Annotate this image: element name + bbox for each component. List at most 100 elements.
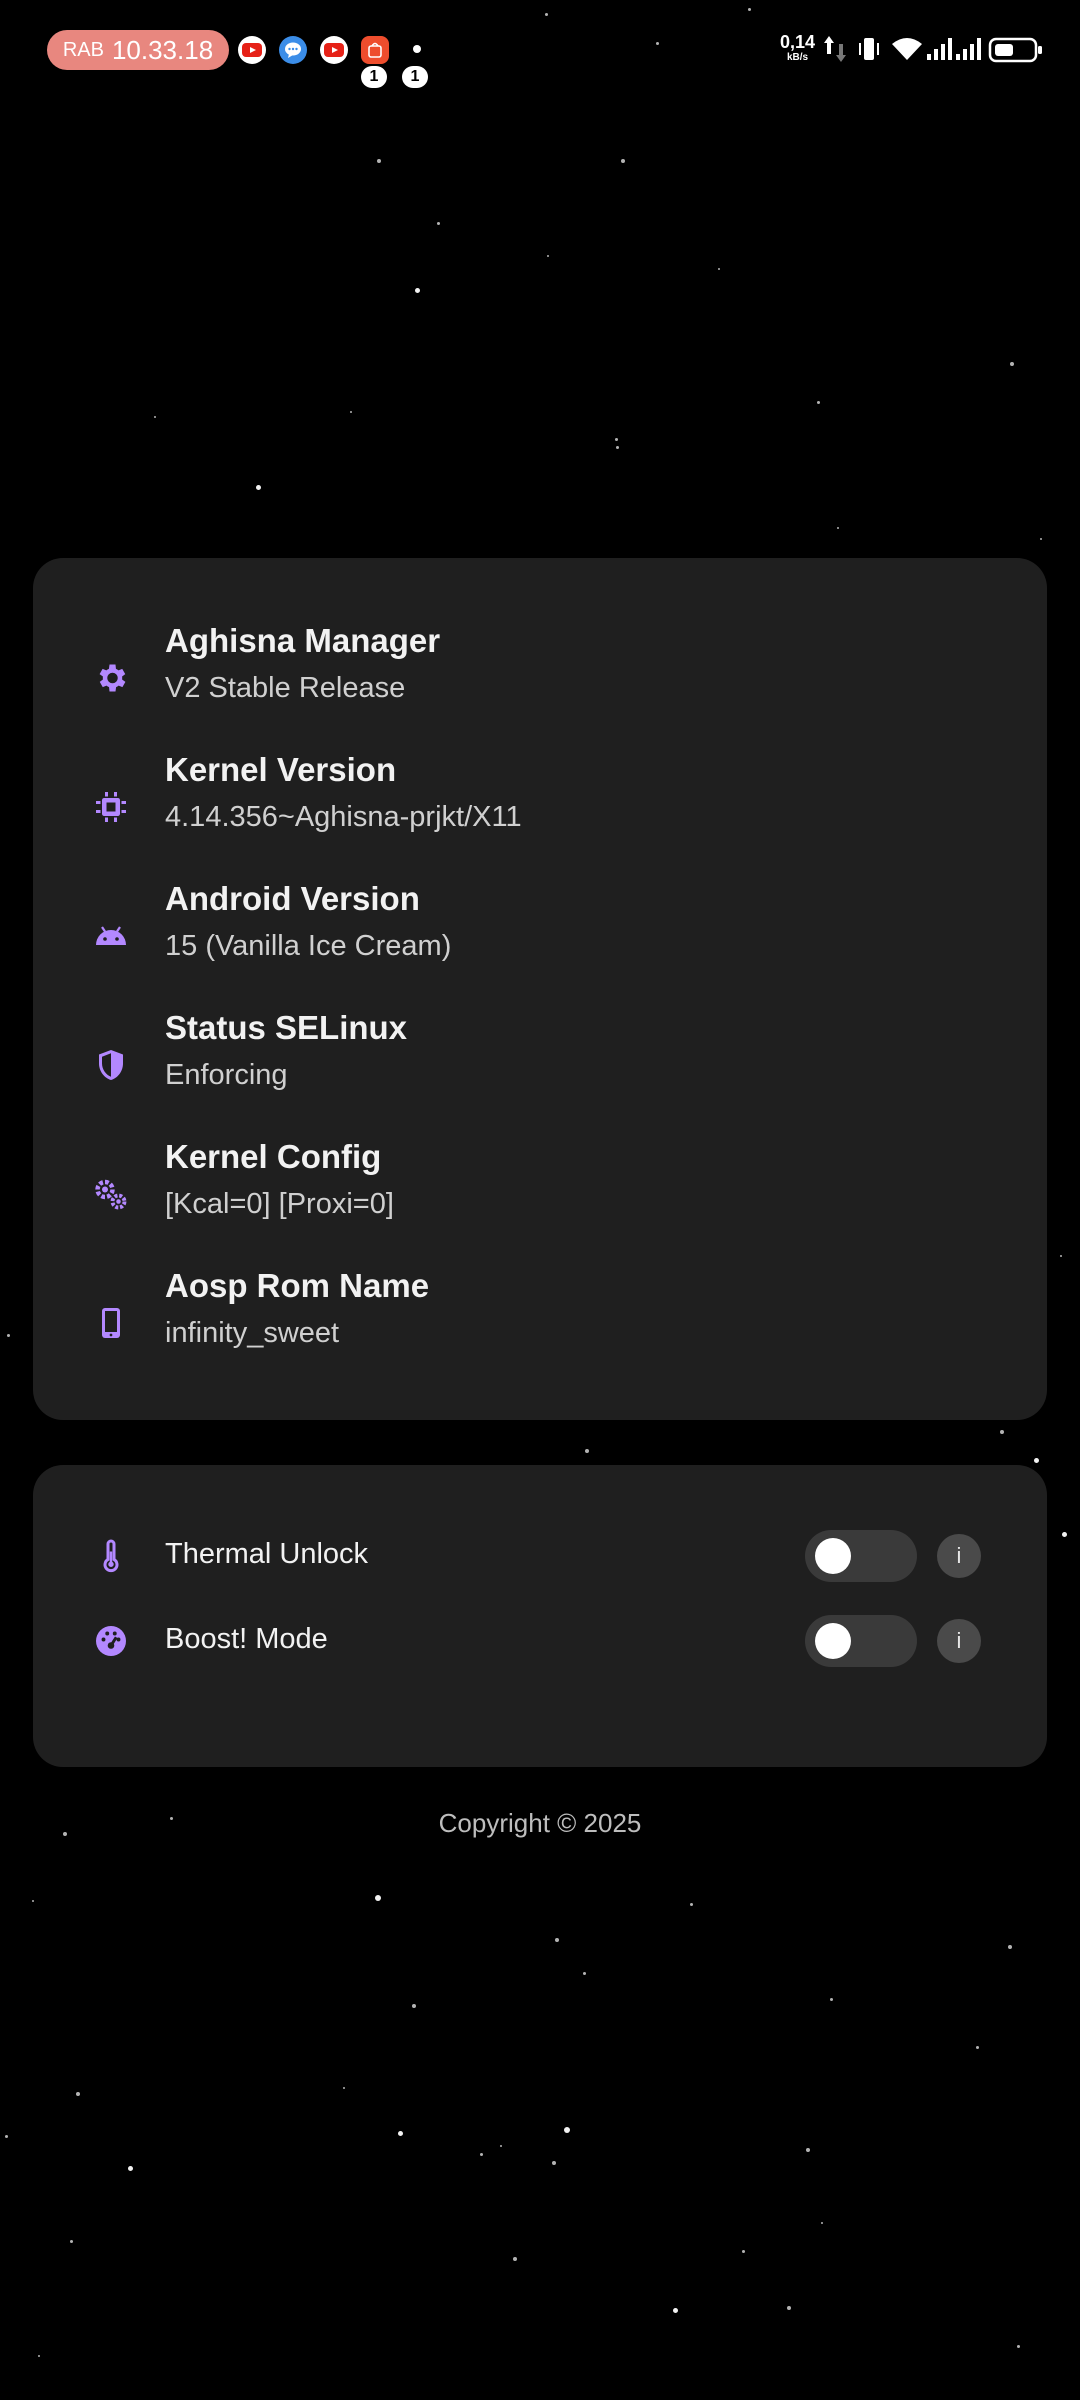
star-dot: [585, 1449, 589, 1453]
system-info-card: Aghisna Manager V2 Stable Release Kernel…: [33, 558, 1047, 1420]
switch-knob: [815, 1623, 851, 1659]
star-dot: [1000, 1430, 1004, 1434]
info-row-kernel-version: Kernel Version 4.14.356~Aghisna-prjkt/X1…: [33, 751, 1047, 861]
star-dot: [1034, 1458, 1039, 1463]
star-dot: [621, 159, 625, 163]
android-icon: [96, 926, 126, 945]
shield-icon: [99, 1050, 123, 1080]
info-value: V2 Stable Release: [165, 672, 406, 704]
gear-icon: [99, 664, 126, 692]
star-dot: [256, 485, 261, 490]
star-dot: [437, 222, 440, 225]
star-dot: [513, 2257, 517, 2261]
thermal-unlock-info-button[interactable]: i: [937, 1534, 981, 1578]
battery-icon: [988, 37, 1042, 63]
star-dot: [398, 2131, 403, 2136]
info-value: [Kcal=0] [Proxi=0]: [165, 1188, 394, 1220]
signal-icon: [956, 38, 981, 60]
star-dot: [615, 438, 618, 441]
network-speed-value: 0,14: [780, 32, 816, 52]
star-dot: [7, 1334, 10, 1337]
network-speed: 0,14 kB/s: [780, 32, 816, 66]
star-dot: [1040, 538, 1042, 540]
star-dot: [976, 2046, 979, 2049]
star-dot: [70, 2240, 73, 2243]
info-title: Aghisna Manager: [165, 622, 441, 659]
star-dot: [547, 255, 549, 257]
boost-mode-switch[interactable]: [805, 1615, 917, 1667]
star-dot: [76, 2092, 80, 2096]
info-row-manager: Aghisna Manager V2 Stable Release: [33, 622, 1047, 732]
star-dot: [821, 2222, 823, 2224]
info-title: Android Version: [165, 880, 420, 917]
info-value: infinity_sweet: [165, 1317, 340, 1349]
youtube-icon: [320, 36, 348, 64]
star-dot: [552, 2161, 556, 2165]
dot-icon: [413, 45, 421, 53]
boost-mode-info-button[interactable]: i: [937, 1619, 981, 1663]
star-dot: [555, 1938, 559, 1942]
screen: RAB 10.33.18 1 1 0,14 kB/s Aghisna Manag…: [0, 0, 1080, 2400]
star-dot: [350, 411, 352, 413]
info-value: 4.14.356~Aghisna-prjkt/X11: [165, 801, 522, 833]
star-dot: [690, 1903, 693, 1906]
thermometer-icon: [103, 1539, 119, 1573]
copyright-text: Copyright © 2025: [438, 1808, 642, 1838]
star-dot: [583, 1972, 586, 1975]
info-row-selinux: Status SELinux Enforcing: [33, 1009, 1047, 1119]
star-dot: [1062, 1532, 1067, 1537]
star-dot: [377, 159, 381, 163]
clock-day: RAB: [62, 38, 104, 61]
tweaks-card: Thermal Unlock i Boost! Mode i: [33, 1465, 1047, 1767]
messenger-icon: [279, 36, 307, 64]
star-dot: [742, 2250, 745, 2253]
info-row-rom-name: Aosp Rom Name infinity_sweet: [33, 1267, 1047, 1377]
star-dot: [817, 401, 820, 404]
star-dot: [32, 1900, 34, 1902]
phone-icon: [102, 1308, 120, 1338]
star-dot: [837, 527, 839, 529]
star-dot: [830, 1998, 833, 2001]
thermal-unlock-switch[interactable]: [805, 1530, 917, 1582]
star-dot: [500, 2145, 502, 2147]
info-title: Kernel Version: [165, 751, 397, 788]
info-row-android-version: Android Version 15 (Vanilla Ice Cream): [33, 880, 1047, 990]
wifi-icon: [892, 38, 922, 60]
star-dot: [564, 2127, 570, 2133]
status-bar: RAB 10.33.18 1 1 0,14 kB/s: [0, 0, 1080, 100]
download-arrow-icon: [836, 44, 846, 62]
star-dot: [154, 416, 156, 418]
info-title: Aosp Rom Name: [165, 1267, 430, 1304]
star-dot: [1010, 362, 1014, 366]
star-dot: [343, 2087, 345, 2089]
star-dot: [1008, 1945, 1012, 1949]
clock-time: 10.33.18: [111, 34, 214, 65]
star-dot: [787, 2306, 791, 2310]
star-dot: [1017, 2345, 1020, 2348]
info-title: Kernel Config: [165, 1138, 382, 1175]
gears-icon: [95, 1179, 127, 1210]
switch-knob: [815, 1538, 851, 1574]
star-dot: [806, 2148, 810, 2152]
toggle-label: Boost! Mode: [165, 1623, 328, 1655]
youtube-icon: [238, 36, 266, 64]
star-dot: [38, 2355, 40, 2357]
star-dot: [412, 2004, 416, 2008]
star-dot: [415, 288, 420, 293]
toggle-row-thermal-unlock: Thermal Unlock i: [33, 1526, 1047, 1586]
cpu-chip-icon: [96, 792, 126, 822]
star-dot: [673, 2308, 678, 2313]
speedometer-icon: [96, 1626, 126, 1656]
star-dot: [1060, 1255, 1062, 1257]
notification-badge: 1: [361, 66, 387, 88]
info-row-kernel-config: Kernel Config [Kcal=0] [Proxi=0]: [33, 1138, 1047, 1248]
vibrate-icon: [859, 38, 879, 60]
clock-pill[interactable]: RAB 10.33.18: [47, 30, 229, 70]
star-dot: [480, 2153, 483, 2156]
toggle-label: Thermal Unlock: [165, 1538, 369, 1570]
star-dot: [718, 268, 720, 270]
star-dot: [5, 2135, 8, 2138]
info-value: Enforcing: [165, 1059, 288, 1091]
notification-badge: 1: [402, 66, 428, 88]
info-title: Status SELinux: [165, 1009, 408, 1046]
